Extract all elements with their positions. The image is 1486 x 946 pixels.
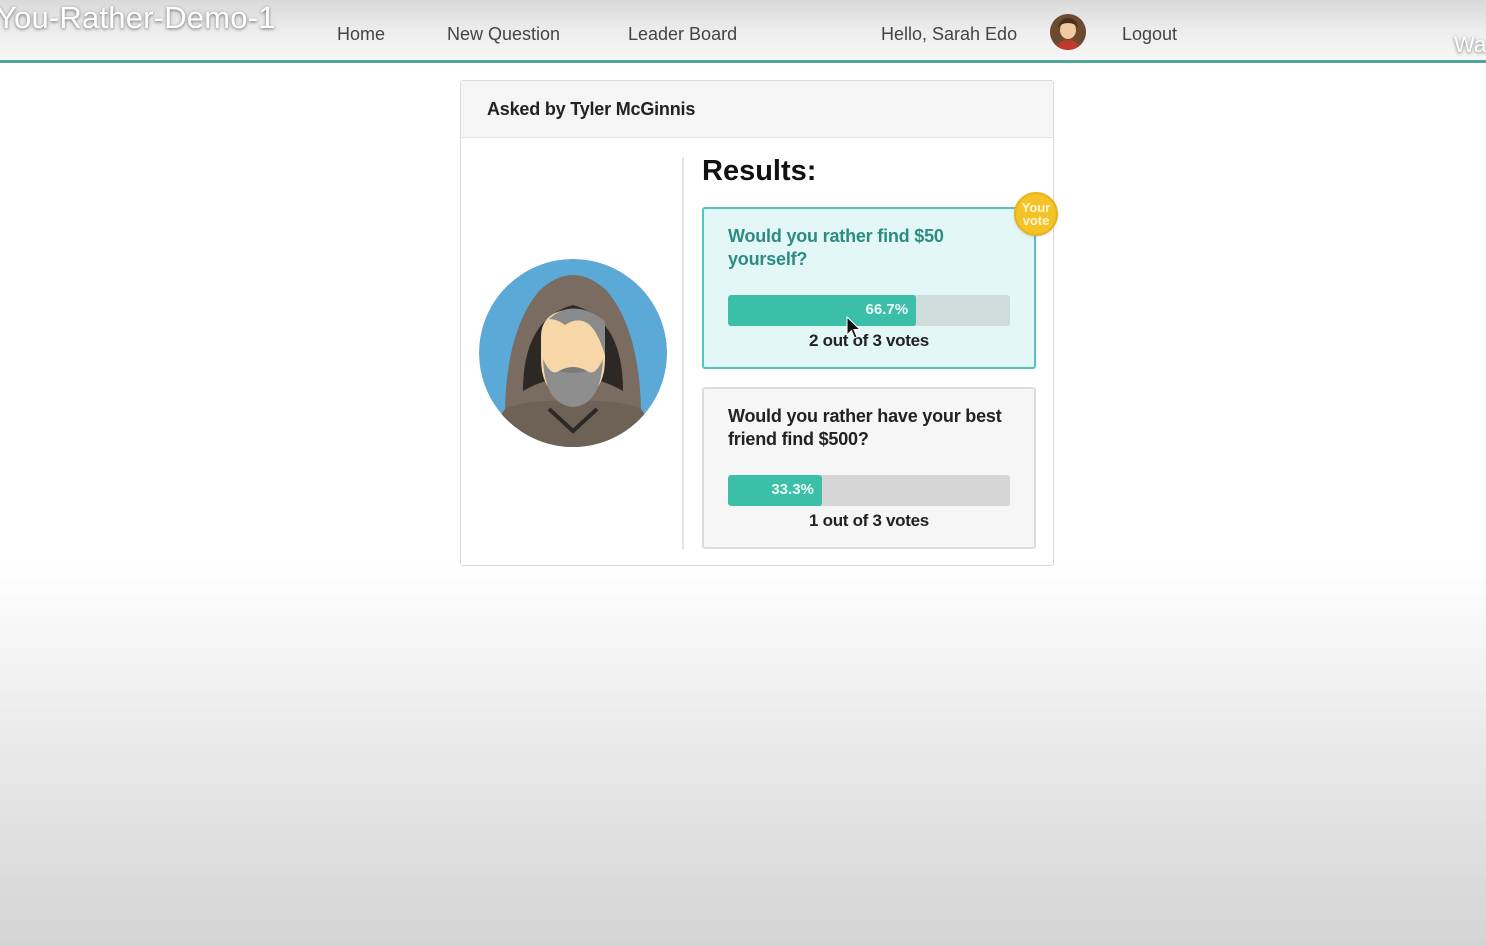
hooded-man-avatar-icon	[479, 259, 667, 447]
top-navbar: You-Rather-Demo-1 Home New Question Lead…	[0, 0, 1486, 63]
option-2-percent-label: 33.3%	[771, 481, 814, 498]
overlay-edge-text: Wa	[1454, 32, 1486, 57]
video-title: You-Rather-Demo-1	[0, 0, 276, 35]
asked-by-label: Asked by Tyler McGinnis	[487, 99, 696, 119]
nav-leader-board-link[interactable]: Leader Board	[628, 24, 737, 45]
option-1-percent-label: 66.7%	[865, 301, 909, 318]
user-avatar-icon	[1050, 14, 1086, 50]
your-vote-badge: Your vote	[1014, 192, 1058, 236]
option-1-votes-text: 2 out of 3 votes	[809, 331, 929, 350]
user-greeting: Hello, Sarah Edo	[881, 24, 1018, 44]
vertical-divider	[682, 157, 684, 549]
option-2-progress-track: 33.3%	[728, 475, 1010, 506]
option-1-text: Would you rather find $50 yourself?	[728, 226, 944, 269]
option-1-progress-track: 66.7%	[728, 295, 1010, 326]
option-2-progress-fill: 33.3%	[728, 475, 822, 506]
option-2-votes-text: 1 out of 3 votes	[809, 511, 929, 530]
option-result-1: Would you rather find $50 yourself? 66.7…	[702, 207, 1036, 369]
option-1-progress-fill: 66.7%	[728, 295, 917, 326]
mouse-cursor-icon	[846, 315, 862, 340]
results-title: Results:	[702, 155, 817, 187]
card-header: Asked by Tyler McGinnis	[461, 81, 1053, 138]
question-results-card: Asked by Tyler McGinnis Results: Would y…	[460, 80, 1058, 566]
logout-link[interactable]: Logout	[1122, 24, 1177, 45]
nav-new-question-link[interactable]: New Question	[447, 24, 560, 45]
option-result-2: Would you rather have your best friend f…	[702, 387, 1036, 549]
nav-home-link[interactable]: Home	[337, 24, 385, 45]
option-2-text: Would you rather have your best friend f…	[728, 406, 1002, 449]
